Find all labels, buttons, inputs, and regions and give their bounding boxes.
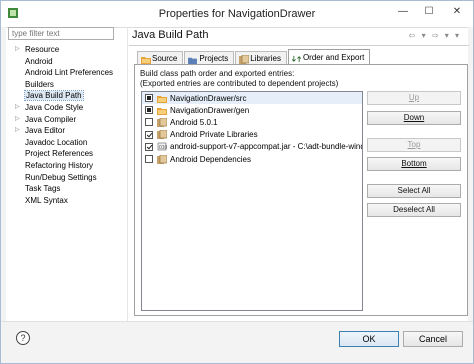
sidebar-item-label: Project References <box>25 149 94 159</box>
sidebar-item-label: Java Editor <box>25 126 66 136</box>
bottom-button[interactable]: Bottom <box>367 157 461 171</box>
entry-row[interactable]: Android 5.0.1 <box>142 116 362 128</box>
entry-label: android-support-v7-appcompat.jar - C:\ad… <box>170 142 363 152</box>
export-checkbox[interactable] <box>145 118 153 127</box>
export-checkbox[interactable] <box>145 94 153 103</box>
sidebar-item[interactable]: Javadoc Location <box>13 137 125 149</box>
deselect-all-label: Deselect All <box>393 205 435 214</box>
library-icon <box>157 154 168 164</box>
expand-arrow-icon[interactable]: ▷ <box>15 102 20 114</box>
source-folder-icon <box>157 94 167 103</box>
source-folder-icon <box>157 106 167 115</box>
sidebar-item[interactable]: ▷ Java Compiler <box>13 114 125 126</box>
sidebar-item-label: Javadoc Location <box>25 137 88 147</box>
expand-arrow-icon[interactable]: ▷ <box>15 114 20 126</box>
close-button[interactable]: ✕ <box>443 4 471 20</box>
jar-icon: 010 <box>157 142 168 151</box>
select-all-button[interactable]: Select All <box>367 184 461 198</box>
deselect-all-button[interactable]: Deselect All <box>367 203 461 217</box>
tab[interactable]: Source <box>137 51 184 65</box>
bottom-label: Bottom <box>401 159 427 168</box>
sidebar-item-label: XML Syntax <box>25 195 68 205</box>
sidebar-item-label: Java Code Style <box>25 102 84 112</box>
sidebar-item-label: Task Tags <box>25 184 61 194</box>
tab[interactable]: Libraries <box>235 51 287 65</box>
down-label: Down <box>403 113 425 122</box>
top-button[interactable]: Top <box>367 138 461 152</box>
cancel-button[interactable]: Cancel <box>403 331 463 347</box>
minimize-button[interactable]: — <box>391 4 415 20</box>
export-checkbox[interactable] <box>145 106 153 115</box>
entry-row[interactable]: Android Dependencies <box>142 153 362 165</box>
title-divider <box>129 45 469 46</box>
sidebar-item[interactable]: Builders <box>13 79 125 91</box>
sidebar-item[interactable]: Refactoring History <box>13 160 125 172</box>
build-path-entries-list[interactable]: NavigationDrawer/src NavigationDrawer/gen… <box>141 91 363 311</box>
sidebar-item-label: Java Compiler <box>25 114 77 124</box>
description-line-1: Build class path order and exported entr… <box>140 69 295 78</box>
property-tree: ▷ Resource Android Android Lint Preferences… <box>13 44 125 206</box>
sidebar-item-label: Resource <box>25 45 60 54</box>
entry-label: Android Dependencies <box>170 154 251 164</box>
tab[interactable]: Order and Export <box>287 49 371 65</box>
sidebar-item[interactable]: ▷ Resource <box>13 44 125 56</box>
select-all-label: Select All <box>397 186 431 195</box>
entry-label: Android 5.0.1 <box>170 117 218 127</box>
sidebar-item[interactable]: Project References <box>13 148 125 160</box>
tab[interactable]: Projects <box>184 51 235 65</box>
sidebar-item[interactable]: Run/Debug Settings <box>13 172 125 184</box>
sidebar-item[interactable]: ▷ Java Code Style <box>13 102 125 114</box>
sidebar-item-label: Android Lint Preferences <box>25 68 114 78</box>
export-checkbox[interactable] <box>145 142 153 151</box>
sidebar-item[interactable]: ▷ Java Editor <box>13 125 125 137</box>
up-button[interactable]: Up <box>367 91 461 105</box>
help-icon[interactable]: ? <box>16 331 30 345</box>
svg-text:010: 010 <box>159 145 167 151</box>
export-checkbox[interactable] <box>145 130 153 139</box>
ok-button[interactable]: OK <box>339 331 399 347</box>
sidebar-item-label: Run/Debug Settings <box>25 172 97 182</box>
entry-label: Android Private Libraries <box>170 130 258 140</box>
page-title: Java Build Path <box>132 29 209 41</box>
filter-input[interactable] <box>8 27 114 40</box>
top-label: Top <box>407 140 421 149</box>
library-icon <box>157 129 168 140</box>
entry-row[interactable]: NavigationDrawer/gen <box>142 104 362 116</box>
entry-row[interactable]: Android Private Libraries <box>142 129 362 141</box>
entry-row[interactable]: 010 android-support-v7-appcompat.jar - C:… <box>142 141 362 153</box>
footer-divider <box>1 321 473 322</box>
source-folder-icon <box>141 55 151 64</box>
sidebar-item-label: Refactoring History <box>25 160 94 170</box>
description-line-2: (Exported entries are contributed to dep… <box>140 79 339 88</box>
sidebar-item[interactable]: Java Build Path <box>13 90 125 102</box>
down-button[interactable]: Down <box>367 111 461 125</box>
up-label: Up <box>408 93 420 102</box>
splitter[interactable] <box>127 27 128 321</box>
export-checkbox[interactable] <box>145 155 153 164</box>
projects-icon <box>188 55 198 64</box>
title-bar: Properties for NavigationDrawer — ☐ ✕ <box>1 1 473 27</box>
sidebar-item[interactable]: Android <box>13 56 125 68</box>
sidebar-item[interactable]: Task Tags <box>13 183 125 195</box>
tab-bar: Source Projects Libraries Order and Export <box>137 49 371 65</box>
libraries-icon <box>239 54 250 64</box>
entry-label: NavigationDrawer/src <box>170 93 247 103</box>
entry-row[interactable]: NavigationDrawer/src <box>142 92 362 105</box>
expand-arrow-icon[interactable]: ▷ <box>15 125 20 137</box>
sidebar-item-label: Builders <box>25 79 54 89</box>
panel-description: Build class path order and exported entr… <box>140 69 338 89</box>
sidebar-item[interactable]: Android Lint Preferences <box>13 67 125 79</box>
sidebar-item-label: Java Build Path <box>24 90 84 102</box>
sidebar-item[interactable]: XML Syntax <box>13 195 125 207</box>
sidebar-item-label: Android <box>25 56 53 66</box>
maximize-button[interactable]: ☐ <box>417 4 441 20</box>
properties-window: Properties for NavigationDrawer — ☐ ✕ ▷ R… <box>0 0 474 364</box>
library-icon <box>157 117 168 127</box>
tab-label: Order and Export <box>302 53 365 62</box>
entry-label: NavigationDrawer/gen <box>170 105 250 115</box>
expand-arrow-icon[interactable]: ▷ <box>15 44 20 56</box>
history-nav-icons[interactable]: ⇦ ▾ ⇨ ▾ ▾ <box>409 31 461 40</box>
order-export-icon <box>291 54 302 62</box>
